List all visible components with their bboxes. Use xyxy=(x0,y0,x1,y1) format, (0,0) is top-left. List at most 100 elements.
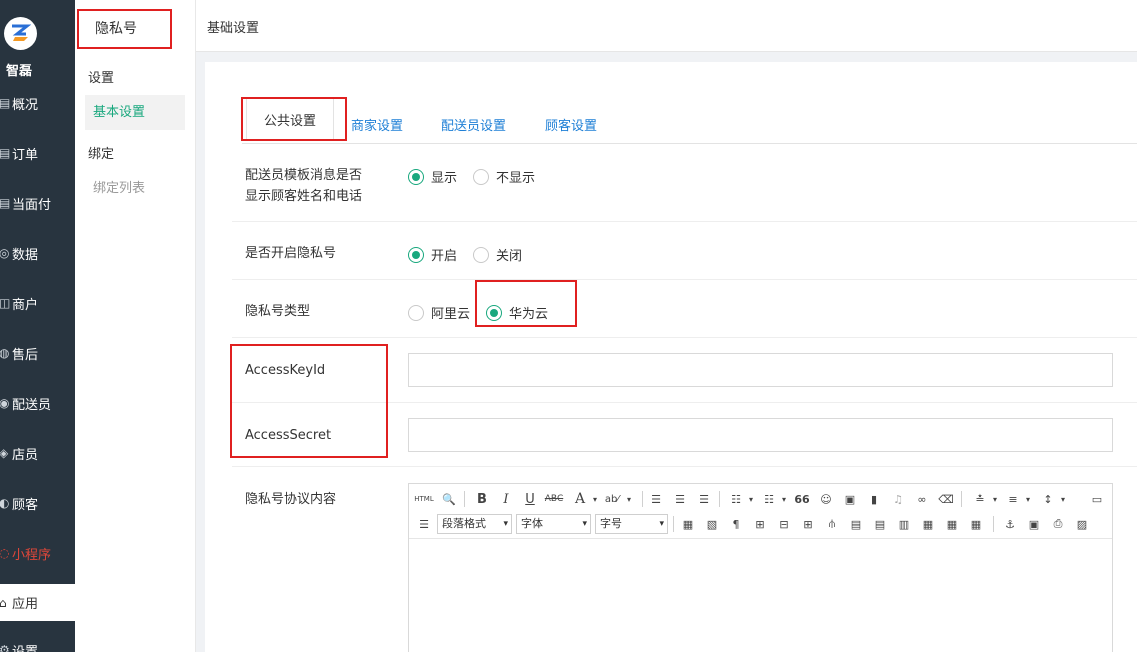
preview-icon[interactable]: 🔍 xyxy=(440,490,458,508)
radio-checked-icon[interactable] xyxy=(408,246,424,263)
show-customer-label-line1: 配送员模板消息是否 xyxy=(245,168,363,183)
radio-unchecked-icon[interactable] xyxy=(408,304,424,321)
subnav-group-settings: 设置 xyxy=(88,71,115,86)
chevron-down-icon[interactable]: ▾ xyxy=(775,490,793,508)
nav-item-customer[interactable]: ◐ 顾客 xyxy=(0,483,75,523)
app-icon: ⌂ xyxy=(0,595,7,610)
merge-right-icon[interactable]: ▤ xyxy=(871,515,889,533)
nav-item-apps[interactable]: ⌂ 应用 xyxy=(0,584,75,621)
nav-item-courier[interactable]: ◉ 配送员 xyxy=(0,383,75,423)
radio-checked-icon[interactable] xyxy=(408,168,424,185)
split-cols-icon[interactable]: ▦ xyxy=(967,515,985,533)
paragraph-format-select[interactable]: 段落格式 xyxy=(437,514,512,534)
bold-icon[interactable]: B xyxy=(473,490,491,508)
nav-item-settings[interactable]: ⚙ 设置 xyxy=(0,630,75,652)
split-cells-icon[interactable]: ▦ xyxy=(919,515,937,533)
page-break-icon[interactable]: ▣ xyxy=(1025,515,1043,533)
nav-item-orders[interactable]: ▤ 订单 xyxy=(0,133,75,173)
radio-unchecked-icon[interactable] xyxy=(473,168,489,185)
align-right-icon[interactable]: ☰ xyxy=(695,490,713,508)
annotation-box-credentials xyxy=(230,344,388,458)
merge-down-icon[interactable]: ▥ xyxy=(895,515,913,533)
nav-label: 应用 xyxy=(12,597,39,612)
radio-label: 显示 xyxy=(431,171,458,186)
underline-icon[interactable]: U xyxy=(521,490,539,508)
delete-row-icon[interactable]: ⊟ xyxy=(775,515,793,533)
nav-label: 当面付 xyxy=(12,197,52,213)
radio-show[interactable]: 显示 xyxy=(408,167,457,186)
subnav-group-binding: 绑定 xyxy=(88,147,115,162)
chevron-down-icon[interactable]: ▾ xyxy=(742,490,760,508)
spellcheck-icon[interactable]: ab⁄ xyxy=(603,490,621,508)
tab-merchant-settings[interactable]: 商家设置 xyxy=(351,115,403,134)
nav-item-aftersale[interactable]: ◍ 售后 xyxy=(0,333,75,373)
radio-disable[interactable]: 关闭 xyxy=(473,245,522,264)
editor-content-area[interactable] xyxy=(409,540,1112,652)
italic-icon[interactable]: I xyxy=(497,490,515,508)
paste-icon[interactable]: ▨ xyxy=(1073,515,1091,533)
chevron-down-icon[interactable]: ▾ xyxy=(1054,490,1072,508)
quote-icon[interactable]: 66 xyxy=(793,490,811,508)
split-rows-icon[interactable]: ▦ xyxy=(943,515,961,533)
delete-col-icon[interactable]: ⫛ xyxy=(823,515,841,533)
subnav-item-basic-settings[interactable]: 基本设置 xyxy=(85,95,185,130)
music-icon[interactable]: ♫ xyxy=(889,490,907,508)
insert-row-icon[interactable]: ⊞ xyxy=(751,515,769,533)
toolbar-separator xyxy=(961,491,962,507)
align-center-icon[interactable]: ☰ xyxy=(671,490,689,508)
chevron-down-icon[interactable]: ▾ xyxy=(1019,490,1037,508)
row-divider xyxy=(232,337,1137,338)
nav-item-data[interactable]: ◎ 数据 xyxy=(0,233,75,273)
annotation-box-title xyxy=(77,9,172,49)
radio-aliyun[interactable]: 阿里云 xyxy=(408,303,470,322)
fullscreen-icon[interactable]: ▭ xyxy=(1088,490,1106,508)
page-title: 基础设置 xyxy=(207,21,260,36)
merge-cells-icon[interactable]: ▤ xyxy=(847,515,865,533)
tab-courier-settings[interactable]: 配送员设置 xyxy=(441,115,506,134)
chevron-down-icon[interactable]: ▾ xyxy=(986,490,1004,508)
align-left-icon[interactable]: ☰ xyxy=(647,490,665,508)
nav-item-face-pay[interactable]: ▤ 当面付 xyxy=(0,183,75,223)
access-key-id-input[interactable] xyxy=(408,353,1113,387)
insert-col-icon[interactable]: ⊞ xyxy=(799,515,817,533)
table-props-icon[interactable]: ▧ xyxy=(703,515,721,533)
overview-icon: ▤ xyxy=(0,96,11,110)
pay-icon: ▤ xyxy=(0,196,11,210)
nav-item-overview[interactable]: ▤ 概况 xyxy=(0,83,75,123)
nav-label: 小程序 xyxy=(12,547,52,563)
video-icon[interactable]: ▮ xyxy=(865,490,883,508)
nav-item-merchant[interactable]: ◫ 商户 xyxy=(0,283,75,323)
indent-icon[interactable]: ☰ xyxy=(415,515,433,533)
radio-label: 阿里云 xyxy=(431,307,471,322)
order-icon: ▤ xyxy=(0,146,11,160)
subnav-item-binding-list[interactable]: 绑定列表 xyxy=(85,171,185,206)
anchor-icon[interactable]: ⚓ xyxy=(1001,515,1019,533)
nav-label: 设置 xyxy=(12,644,39,652)
font-family-select[interactable]: 字体 xyxy=(516,514,591,534)
html-source-icon[interactable]: HTML xyxy=(414,490,433,508)
insert-table-icon[interactable]: ▦ xyxy=(679,515,697,533)
insert-paragraph-icon[interactable]: ¶ xyxy=(727,515,745,533)
font-size-select[interactable]: 字号 xyxy=(595,514,668,534)
brand-logo-icon[interactable] xyxy=(4,17,37,50)
radio-label: 开启 xyxy=(431,249,458,264)
tab-customer-settings[interactable]: 顾客设置 xyxy=(545,115,597,134)
radio-enable[interactable]: 开启 xyxy=(408,245,457,264)
print-icon[interactable]: ⎙ xyxy=(1049,515,1067,533)
toolbar-separator xyxy=(464,491,465,507)
eraser-icon[interactable]: ⌫ xyxy=(937,490,955,508)
image-icon[interactable]: ▣ xyxy=(841,490,859,508)
link-icon[interactable]: ∞ xyxy=(913,490,931,508)
customer-icon: ◐ xyxy=(0,496,10,510)
nav-item-clerk[interactable]: ◈ 店员 xyxy=(0,433,75,473)
chevron-down-icon[interactable]: ▾ xyxy=(586,490,604,508)
nav-item-miniapp[interactable]: ◌ 小程序 xyxy=(0,533,75,573)
nav-label: 概况 xyxy=(12,97,39,113)
chevron-down-icon[interactable]: ▾ xyxy=(620,490,638,508)
brand-name: 智磊 xyxy=(6,64,33,79)
emoji-icon[interactable]: ☺ xyxy=(817,490,835,508)
radio-hide[interactable]: 不显示 xyxy=(473,167,535,186)
radio-unchecked-icon[interactable] xyxy=(473,246,489,263)
strikethrough-icon[interactable]: ABC xyxy=(545,490,563,508)
access-secret-input[interactable] xyxy=(408,418,1113,452)
